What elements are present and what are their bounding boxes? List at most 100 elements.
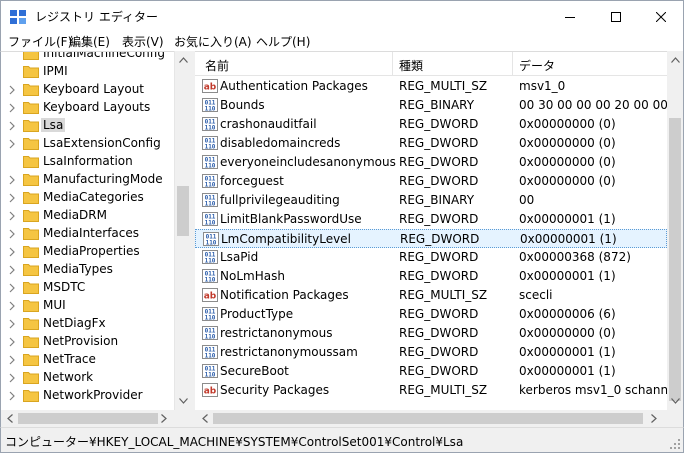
- svg-text:110: 110: [205, 315, 216, 322]
- scroll-down-icon[interactable]: [671, 398, 680, 404]
- tree-item-label: InitialMachineConfig: [43, 51, 165, 60]
- scroll-up-icon[interactable]: [671, 57, 680, 63]
- value-row[interactable]: 011 110 everyoneincludesanonymous REG_DWORD…: [195, 153, 667, 172]
- value-row[interactable]: 011 110 restrictanonymous REG_DWORD 0x000000…: [195, 324, 667, 343]
- resize-grip-icon[interactable]: [669, 438, 681, 450]
- chevron-right-icon[interactable]: [8, 265, 16, 275]
- chevron-right-icon[interactable]: [8, 373, 16, 383]
- tree-item[interactable]: MediaProperties: [1, 243, 175, 261]
- chevron-right-icon[interactable]: [8, 121, 16, 131]
- column-name-header[interactable]: 名前: [205, 57, 229, 74]
- value-row[interactable]: 011 110 LimitBlankPasswordUse REG_DWORD 0x00…: [195, 210, 667, 229]
- value-row[interactable]: 011 110 disabledomaincreds REG_DWORD 0x00000…: [195, 134, 667, 153]
- scroll-right-icon[interactable]: [651, 414, 657, 423]
- scroll-right-icon[interactable]: [161, 414, 167, 423]
- value-name: restrictanonymoussam: [220, 345, 358, 359]
- chevron-right-icon[interactable]: [8, 283, 16, 293]
- value-row[interactable]: 011 110 restrictanonymoussam REG_DWORD 0x000…: [195, 343, 667, 362]
- chevron-right-icon[interactable]: [8, 139, 16, 149]
- value-row[interactable]: 011 110 crashonauditfail REG_DWORD 0x0000000…: [195, 115, 667, 134]
- tree-item[interactable]: Keyboard Layouts: [1, 99, 175, 117]
- list-scroll-thumb[interactable]: [669, 118, 681, 401]
- tree-item[interactable]: InitialMachineConfig: [1, 51, 175, 63]
- tree-hscroll-thumb[interactable]: [18, 413, 158, 424]
- value-data: 0x00000368 (872): [519, 250, 631, 264]
- scroll-up-icon[interactable]: [179, 57, 188, 63]
- value-row[interactable]: ab Security Packages REG_MULTI_SZ kerberos …: [195, 381, 667, 400]
- list-hscroll-thumb[interactable]: [213, 413, 643, 424]
- chevron-right-icon[interactable]: [8, 229, 16, 239]
- chevron-right-icon[interactable]: [8, 85, 16, 95]
- chevron-right-icon[interactable]: [8, 247, 16, 257]
- minimize-button[interactable]: [547, 2, 593, 31]
- tree-item[interactable]: MediaTypes: [1, 261, 175, 279]
- column-data-header[interactable]: データ: [519, 57, 555, 74]
- value-row[interactable]: 011 110 ProductType REG_DWORD 0x00000006 (6): [195, 305, 667, 324]
- close-button[interactable]: [638, 2, 684, 31]
- value-row[interactable]: 011 110 fullprivilegeauditing REG_BINARY 00: [195, 191, 667, 210]
- chevron-right-icon[interactable]: [8, 103, 16, 113]
- tree-item[interactable]: MediaDRM: [1, 207, 175, 225]
- key-tree[interactable]: InitialMachineConfig IPMI Keyboard Layout K…: [0, 51, 191, 410]
- tree-item[interactable]: MediaCategories: [1, 189, 175, 207]
- scroll-left-icon[interactable]: [202, 414, 208, 423]
- value-row[interactable]: 011 110 LsaPid REG_DWORD 0x00000368 (872): [195, 248, 667, 267]
- tree-item[interactable]: ManufacturingMode: [1, 171, 175, 189]
- tree-vertical-scrollbar[interactable]: [174, 51, 191, 410]
- value-row[interactable]: 011 110 forceguest REG_DWORD 0x00000000 (0): [195, 172, 667, 191]
- list-vertical-scrollbar[interactable]: [667, 51, 684, 410]
- scroll-left-icon[interactable]: [7, 414, 13, 423]
- chevron-right-icon[interactable]: [8, 211, 16, 221]
- chevron-right-icon[interactable]: [8, 355, 16, 365]
- value-data: msv1_0: [519, 79, 566, 93]
- value-type: REG_BINARY: [399, 98, 475, 112]
- value-data: 00: [519, 193, 535, 207]
- chevron-right-icon[interactable]: [8, 391, 16, 401]
- chevron-right-icon[interactable]: [8, 301, 16, 311]
- chevron-right-icon[interactable]: [8, 175, 16, 185]
- tree-item[interactable]: Keyboard Layout: [1, 81, 175, 99]
- tree-item[interactable]: LsaInformation: [1, 153, 175, 171]
- value-row[interactable]: ab Notification Packages REG_MULTI_SZ scecl…: [195, 286, 667, 305]
- chevron-right-icon[interactable]: [8, 193, 16, 203]
- tree-item[interactable]: NetProvision: [1, 333, 175, 351]
- value-row[interactable]: 011 110 NoLmHash REG_DWORD 0x00000001 (1): [195, 267, 667, 286]
- tree-item[interactable]: Lsa: [1, 117, 175, 135]
- tree-item[interactable]: NetTrace: [1, 351, 175, 369]
- column-divider[interactable]: [392, 52, 393, 76]
- binary-value-icon: 011110: [202, 117, 218, 131]
- chevron-right-icon[interactable]: [8, 337, 16, 347]
- tree-item[interactable]: NetworkProvider: [1, 387, 175, 405]
- value-row[interactable]: 011 110 LmCompatibilityLevel REG_DWORD 0x000…: [195, 229, 667, 248]
- chevron-right-icon[interactable]: [8, 319, 16, 329]
- tree-item[interactable]: NetDiagFx: [1, 315, 175, 333]
- maximize-button[interactable]: [593, 2, 639, 31]
- tree-item[interactable]: MUI: [1, 297, 175, 315]
- registry-editor-icon: [10, 10, 26, 24]
- horizontal-scrollbar[interactable]: [0, 410, 684, 427]
- svg-text:110: 110: [205, 201, 216, 208]
- value-row[interactable]: ab Authentication Packages REG_MULTI_SZ msv…: [195, 77, 667, 96]
- column-type-header[interactable]: 種類: [399, 57, 423, 74]
- menu-file[interactable]: ファイル(F): [8, 33, 72, 50]
- value-row[interactable]: 011 110 Bounds REG_BINARY 00 30 00 00 00 20 …: [195, 96, 667, 115]
- tree-scroll-thumb[interactable]: [177, 186, 189, 236]
- column-divider[interactable]: [512, 52, 513, 76]
- menu-edit[interactable]: 編集(E): [69, 33, 110, 50]
- value-type: REG_BINARY: [399, 193, 475, 207]
- menu-help[interactable]: ヘルプ(H): [256, 33, 310, 50]
- menu-favorites[interactable]: お気に入り(A): [174, 33, 252, 50]
- value-data: 0x00000006 (6): [519, 307, 616, 321]
- binary-value-icon: 011110: [202, 269, 218, 283]
- tree-item[interactable]: Network: [1, 369, 175, 387]
- tree-item[interactable]: MSDTC: [1, 279, 175, 297]
- value-row[interactable]: 011 110 SecureBoot REG_DWORD 0x00000001 (1): [195, 362, 667, 381]
- scroll-down-icon[interactable]: [179, 398, 188, 404]
- tree-item[interactable]: IPMI: [1, 63, 175, 81]
- svg-text:110: 110: [205, 125, 216, 132]
- value-list[interactable]: 名前 種類 データ ab Authentication Packages REG_M…: [195, 51, 667, 410]
- tree-item[interactable]: LsaExtensionConfig: [1, 135, 175, 153]
- key-path: コンピューター¥HKEY_LOCAL_MACHINE¥SYSTEM¥Contro…: [5, 435, 464, 449]
- tree-item[interactable]: MediaInterfaces: [1, 225, 175, 243]
- menu-view[interactable]: 表示(V): [122, 33, 164, 50]
